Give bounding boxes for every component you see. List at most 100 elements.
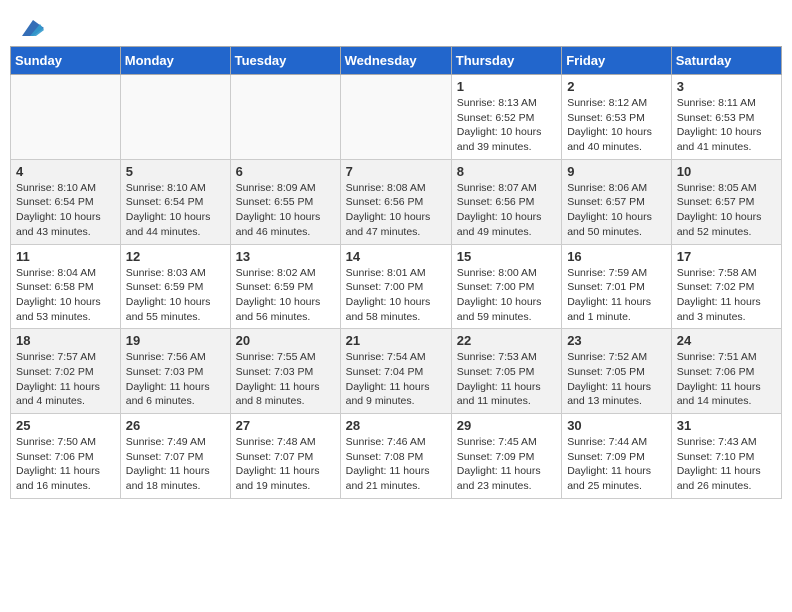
calendar-cell [120,75,230,160]
calendar-day-header: Tuesday [230,47,340,75]
calendar-day-header: Friday [562,47,672,75]
day-info: Sunrise: 7:48 AM Sunset: 7:07 PM Dayligh… [236,435,335,494]
calendar-cell: 4Sunrise: 8:10 AM Sunset: 6:54 PM Daylig… [11,159,121,244]
day-number: 19 [126,333,225,348]
day-info: Sunrise: 8:08 AM Sunset: 6:56 PM Dayligh… [346,181,446,240]
day-number: 2 [567,79,666,94]
calendar-day-header: Wednesday [340,47,451,75]
day-info: Sunrise: 8:03 AM Sunset: 6:59 PM Dayligh… [126,266,225,325]
calendar-day-header: Saturday [671,47,781,75]
calendar-cell: 15Sunrise: 8:00 AM Sunset: 7:00 PM Dayli… [451,244,561,329]
day-number: 11 [16,249,115,264]
day-info: Sunrise: 8:09 AM Sunset: 6:55 PM Dayligh… [236,181,335,240]
day-number: 12 [126,249,225,264]
calendar-cell: 21 Sunrise: 7:54 AM Sunset: 7:04 PM Dayli… [340,329,451,414]
calendar-cell: 31 Sunrise: 7:43 AM Sunset: 7:10 PM Dayli… [671,414,781,499]
day-number: 4 [16,164,115,179]
calendar-cell: 24 Sunrise: 7:51 AM Sunset: 7:06 PM Dayli… [671,329,781,414]
calendar-cell: 23Sunrise: 7:52 AM Sunset: 7:05 PM Dayli… [562,329,672,414]
calendar-cell: 13 Sunrise: 8:02 AM Sunset: 6:59 PM Dayli… [230,244,340,329]
day-number: 27 [236,418,335,433]
calendar-week-row: 25 Sunrise: 7:50 AM Sunset: 7:06 PM Dayli… [11,414,782,499]
calendar-cell [340,75,451,160]
calendar-cell: 27 Sunrise: 7:48 AM Sunset: 7:07 PM Dayli… [230,414,340,499]
calendar-cell: 5 Sunrise: 8:10 AM Sunset: 6:54 PM Daylig… [120,159,230,244]
day-number: 9 [567,164,666,179]
day-info: Sunrise: 8:00 AM Sunset: 7:00 PM Dayligh… [457,266,556,325]
calendar-cell: 9 Sunrise: 8:06 AM Sunset: 6:57 PM Daylig… [562,159,672,244]
day-number: 30 [567,418,666,433]
day-info: Sunrise: 7:46 AM Sunset: 7:08 PM Dayligh… [346,435,446,494]
calendar-cell: 26 Sunrise: 7:49 AM Sunset: 7:07 PM Dayli… [120,414,230,499]
day-info: Sunrise: 8:07 AM Sunset: 6:56 PM Dayligh… [457,181,556,240]
calendar-cell: 19 Sunrise: 7:56 AM Sunset: 7:03 PM Dayli… [120,329,230,414]
day-info: Sunrise: 8:12 AM Sunset: 6:53 PM Dayligh… [567,96,666,155]
day-info: Sunrise: 7:43 AM Sunset: 7:10 PM Dayligh… [677,435,776,494]
day-number: 31 [677,418,776,433]
calendar-cell: 20 Sunrise: 7:55 AM Sunset: 7:03 PM Dayli… [230,329,340,414]
day-info: Sunrise: 7:54 AM Sunset: 7:04 PM Dayligh… [346,350,446,409]
day-info: Sunrise: 7:45 AM Sunset: 7:09 PM Dayligh… [457,435,556,494]
calendar-cell: 16 Sunrise: 7:59 AM Sunset: 7:01 PM Dayli… [562,244,672,329]
day-info: Sunrise: 7:56 AM Sunset: 7:03 PM Dayligh… [126,350,225,409]
day-info: Sunrise: 7:50 AM Sunset: 7:06 PM Dayligh… [16,435,115,494]
day-info: Sunrise: 8:01 AM Sunset: 7:00 PM Dayligh… [346,266,446,325]
day-number: 5 [126,164,225,179]
day-info: Sunrise: 7:44 AM Sunset: 7:09 PM Dayligh… [567,435,666,494]
calendar-day-header: Monday [120,47,230,75]
day-info: Sunrise: 8:11 AM Sunset: 6:53 PM Dayligh… [677,96,776,155]
calendar-cell: 30 Sunrise: 7:44 AM Sunset: 7:09 PM Dayli… [562,414,672,499]
day-info: Sunrise: 8:04 AM Sunset: 6:58 PM Dayligh… [16,266,115,325]
day-number: 20 [236,333,335,348]
calendar-cell: 7 Sunrise: 8:08 AM Sunset: 6:56 PM Daylig… [340,159,451,244]
day-info: Sunrise: 8:05 AM Sunset: 6:57 PM Dayligh… [677,181,776,240]
calendar-cell: 17 Sunrise: 7:58 AM Sunset: 7:02 PM Dayli… [671,244,781,329]
day-info: Sunrise: 7:57 AM Sunset: 7:02 PM Dayligh… [16,350,115,409]
day-info: Sunrise: 8:10 AM Sunset: 6:54 PM Dayligh… [126,181,225,240]
calendar-cell: 1 Sunrise: 8:13 AM Sunset: 6:52 PM Daylig… [451,75,561,160]
calendar-cell: 12 Sunrise: 8:03 AM Sunset: 6:59 PM Dayli… [120,244,230,329]
day-number: 17 [677,249,776,264]
logo-icon [22,20,44,36]
calendar-day-header: Thursday [451,47,561,75]
day-info: Sunrise: 7:51 AM Sunset: 7:06 PM Dayligh… [677,350,776,409]
day-info: Sunrise: 8:02 AM Sunset: 6:59 PM Dayligh… [236,266,335,325]
day-number: 1 [457,79,556,94]
calendar-cell: 3 Sunrise: 8:11 AM Sunset: 6:53 PM Daylig… [671,75,781,160]
calendar-week-row: 18Sunrise: 7:57 AM Sunset: 7:02 PM Dayli… [11,329,782,414]
day-number: 3 [677,79,776,94]
calendar-week-row: 11 Sunrise: 8:04 AM Sunset: 6:58 PM Dayli… [11,244,782,329]
day-number: 13 [236,249,335,264]
day-number: 25 [16,418,115,433]
day-number: 8 [457,164,556,179]
calendar-table: SundayMondayTuesdayWednesdayThursdayFrid… [10,46,782,499]
day-number: 28 [346,418,446,433]
day-info: Sunrise: 7:58 AM Sunset: 7:02 PM Dayligh… [677,266,776,325]
page-header [10,10,782,41]
calendar-cell: 11 Sunrise: 8:04 AM Sunset: 6:58 PM Dayli… [11,244,121,329]
day-number: 24 [677,333,776,348]
day-info: Sunrise: 7:59 AM Sunset: 7:01 PM Dayligh… [567,266,666,325]
day-info: Sunrise: 7:49 AM Sunset: 7:07 PM Dayligh… [126,435,225,494]
day-number: 16 [567,249,666,264]
day-number: 26 [126,418,225,433]
calendar-cell: 6Sunrise: 8:09 AM Sunset: 6:55 PM Daylig… [230,159,340,244]
day-info: Sunrise: 8:13 AM Sunset: 6:52 PM Dayligh… [457,96,556,155]
calendar-cell: 2 Sunrise: 8:12 AM Sunset: 6:53 PM Daylig… [562,75,672,160]
calendar-cell: 25 Sunrise: 7:50 AM Sunset: 7:06 PM Dayli… [11,414,121,499]
calendar-day-header: Sunday [11,47,121,75]
calendar-cell [230,75,340,160]
day-info: Sunrise: 8:06 AM Sunset: 6:57 PM Dayligh… [567,181,666,240]
calendar-cell: 22Sunrise: 7:53 AM Sunset: 7:05 PM Dayli… [451,329,561,414]
calendar-cell: 28 Sunrise: 7:46 AM Sunset: 7:08 PM Dayli… [340,414,451,499]
calendar-cell: 18Sunrise: 7:57 AM Sunset: 7:02 PM Dayli… [11,329,121,414]
day-number: 29 [457,418,556,433]
day-number: 10 [677,164,776,179]
logo [20,20,44,36]
day-info: Sunrise: 7:55 AM Sunset: 7:03 PM Dayligh… [236,350,335,409]
day-number: 7 [346,164,446,179]
calendar-cell: 10 Sunrise: 8:05 AM Sunset: 6:57 PM Dayli… [671,159,781,244]
day-number: 21 [346,333,446,348]
calendar-cell [11,75,121,160]
day-info: Sunrise: 7:53 AM Sunset: 7:05 PM Dayligh… [457,350,556,409]
